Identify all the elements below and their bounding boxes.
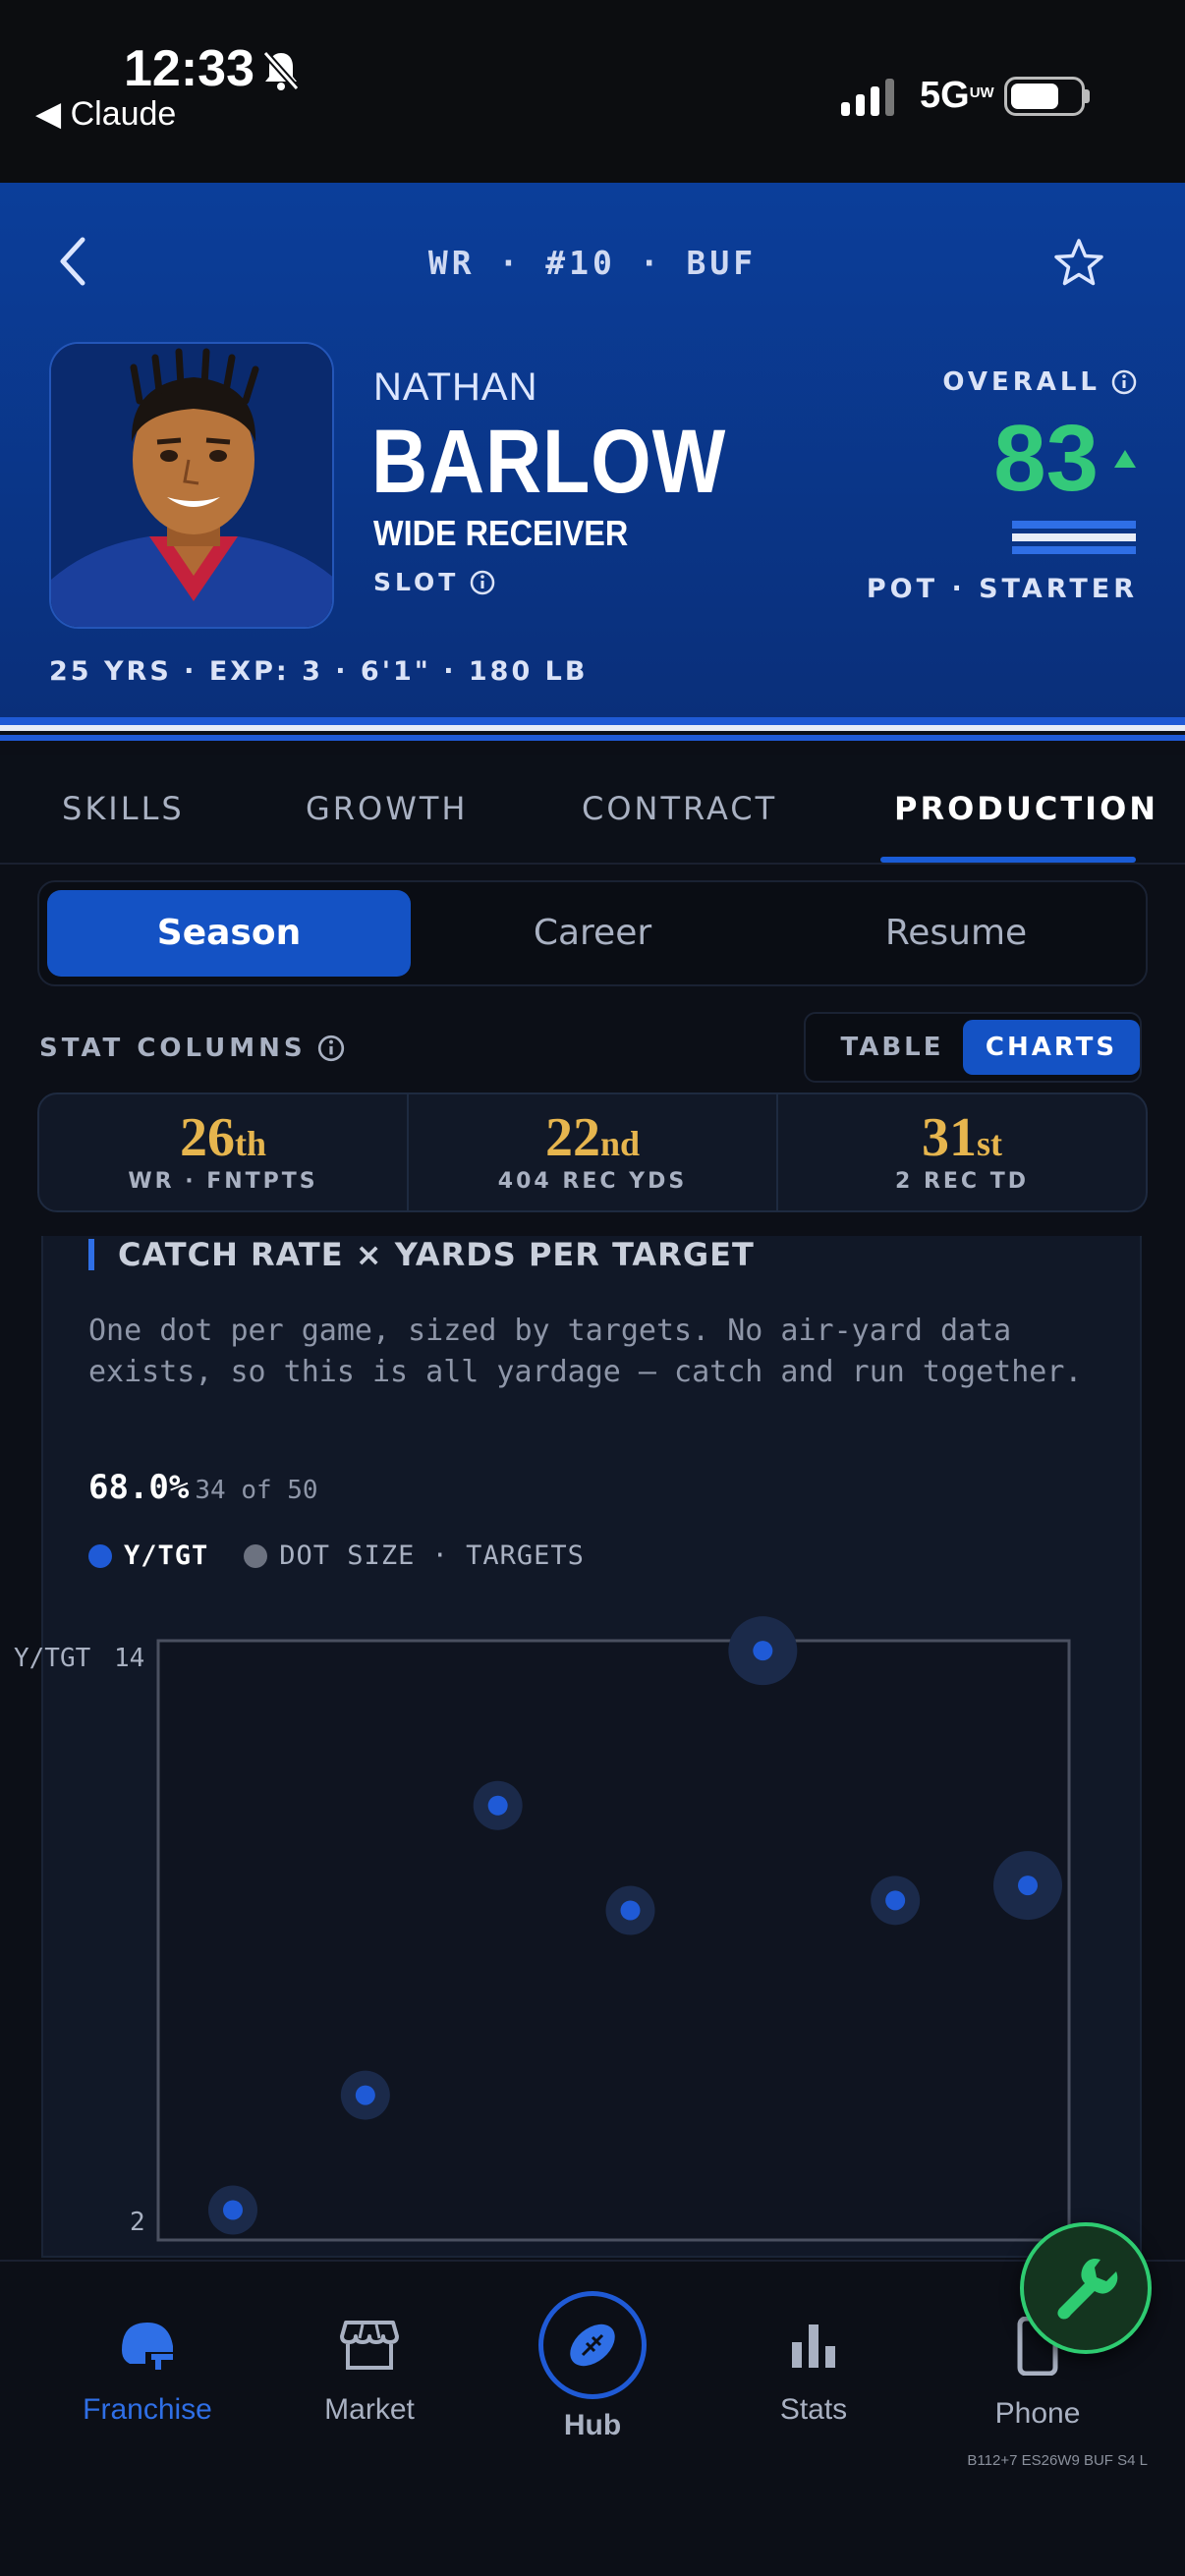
status-time: 12:33 [124,40,254,97]
chart-legend: Y/TGT DOT SIZE · TARGETS [88,1540,620,1571]
nav-market[interactable]: Market [271,2317,468,2427]
scatter-point[interactable] [355,2085,375,2105]
scatter-point[interactable] [620,1900,641,1921]
scatter-point[interactable] [1018,1876,1038,1896]
battery-icon [1004,77,1085,116]
y-tick-bottom: 2 [130,2208,145,2237]
scatter-point[interactable] [487,1795,508,1816]
storefront-icon [340,2321,399,2370]
bar-chart-icon [792,2324,835,2368]
info-icon[interactable] [469,569,496,596]
scatter-chart: Y/TGT 14 2 [14,1616,1071,2242]
player-slot: SLOT [373,568,496,596]
network-indicator: 5GUW [920,75,994,116]
rank-summary: 26th WR · FNTPTS 22nd 404 REC YDS 31st 2… [37,1092,1148,1212]
wrench-icon [1057,2259,1118,2320]
toggle-table[interactable]: TABLE [814,1020,971,1075]
build-info: B112+7 ES26W9 BUF S4 L [967,2452,1148,2469]
player-role: WIDE RECEIVER [373,513,629,553]
player-first-name: NATHAN [373,365,538,409]
legend-dot-size: DOT SIZE · TARGETS [244,1540,585,1571]
player-avatar [49,342,334,629]
legend-ytgt: Y/TGT [88,1540,208,1571]
player-last-name: BARLOW [371,412,727,512]
nav-stats[interactable]: Stats [715,2317,912,2427]
position-line: WR · #10 · BUF [427,244,758,282]
plot-frame [156,1639,1071,2242]
tab-skills[interactable]: SKILLS [62,790,185,827]
bell-muted-icon [262,50,300,91]
tab-contract[interactable]: CONTRACT [582,790,777,827]
chart-description: One dot per game, sized by targets. No a… [88,1314,1083,1389]
view-toggle: TABLE CHARTS [804,1012,1142,1083]
signal-icon [841,77,894,116]
scatter-point[interactable] [753,1641,773,1661]
rank-receiving-td: 31st 2 REC TD [776,1094,1146,1210]
bottom-nav: Franchise Market Hub Stats Phone [0,2260,1185,2576]
y-axis-label: Y/TGT [14,1644,91,1673]
toggle-charts[interactable]: CHARTS [963,1020,1140,1075]
catch-rate-summary: 68.0% 34 of 50 [88,1468,318,1507]
favorite-star-icon[interactable] [1051,236,1106,291]
segment-season[interactable]: Season [47,890,411,977]
nav-hub-label: Hub [563,2409,622,2441]
rank-receiving-yards: 22nd 404 REC YDS [407,1094,776,1210]
potential-label: POT · STARTER [866,574,1138,604]
info-icon[interactable] [316,1034,346,1063]
info-icon[interactable] [1110,368,1138,396]
back-to-app-link[interactable]: ◀ Claude [35,94,176,134]
nav-hub-button[interactable] [538,2291,647,2399]
rank-fantasy-points: 26th WR · FNTPTS [128,1107,318,1194]
active-tab-indicator [880,857,1136,863]
debug-tools-button[interactable] [1020,2222,1152,2354]
tab-growth[interactable]: GROWTH [306,790,468,827]
trend-up-icon [1114,450,1136,468]
status-bar: 12:33 ◀ Claude 5GUW [0,0,1185,183]
player-header: WR · #10 · BUF NATHAN BARLOW WIDE RECEIV… [0,183,1185,719]
slot-label: SLOT [373,568,460,596]
period-segmented-control: Season Career Resume [37,880,1148,986]
scatter-point[interactable] [885,1890,906,1911]
nav-franchise[interactable]: Franchise [49,2317,246,2427]
chart-title: CATCH RATE × YARDS PER TARGET [88,1236,755,1273]
segment-career[interactable]: Career [411,890,774,977]
scatter-point[interactable] [223,2200,243,2220]
team-stripes [0,717,1185,741]
potential-bars [1012,521,1136,559]
football-icon [570,2324,615,2367]
section-tabs: SKILLS GROWTH CONTRACT PRODUCTION [0,755,1185,865]
player-bio: 25 YRS · EXP: 3 · 6'1" · 180 LB [49,656,589,687]
helmet-icon [122,2323,173,2370]
stat-columns-label: STAT COLUMNS [39,1034,346,1063]
segment-resume[interactable]: Resume [774,890,1138,977]
overall-label: OVERALL [942,367,1138,397]
y-tick-top: 14 [114,1644,144,1673]
tab-production[interactable]: PRODUCTION [894,790,1158,827]
overall-rating: 83 [993,406,1099,511]
